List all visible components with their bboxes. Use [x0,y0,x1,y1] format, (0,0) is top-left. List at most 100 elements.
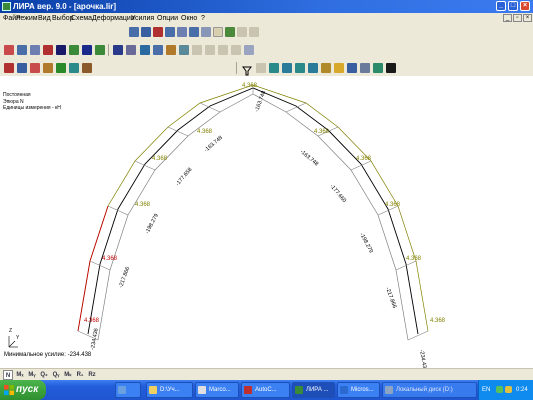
view-table-icon[interactable] [177,27,187,37]
separator [108,44,109,56]
node-icon[interactable] [4,45,14,55]
maximize-button[interactable]: □ [508,1,518,11]
zoom-in-icon[interactable] [269,63,279,73]
lira-app-icon[interactable] [2,2,11,11]
menu-window[interactable]: Окно [181,13,197,24]
disabled-tool-icon [231,45,241,55]
help-pointer-icon[interactable] [386,63,396,73]
zoom-icon[interactable] [295,63,305,73]
element-icon[interactable] [43,45,53,55]
menu-bar: Файл Режим Вид Выбор Схема Деформации Ус… [0,13,533,24]
task-label: Marco... [209,387,231,393]
view-grid-icon[interactable] [165,27,175,37]
word-icon [340,386,348,394]
scheme-icon[interactable] [17,63,27,73]
force-mx-button[interactable]: Mₓ [15,370,25,380]
redo-icon [205,45,215,55]
zoom-icon[interactable] [95,45,105,55]
arch-centerline [87,87,419,335]
menu-mode[interactable]: Режим [16,13,38,24]
task-button-autocad[interactable]: AutoC... [241,382,290,398]
member-icon[interactable] [153,45,163,55]
select-icon[interactable] [126,45,136,55]
min-force-note: Минимальное усилие: -234.438 [4,352,92,358]
doc-close-button[interactable]: × [523,14,532,22]
deform-icon[interactable] [43,63,53,73]
load-icon[interactable] [166,45,176,55]
member-icon[interactable] [140,45,150,55]
frame-icon[interactable] [153,27,163,37]
doc-minimize-button[interactable]: _ [503,14,512,22]
render-icon[interactable] [373,63,383,73]
axial-force-label: -217.866 [384,287,397,309]
menu-help[interactable]: ? [201,13,205,24]
node-icon[interactable] [17,45,27,55]
scheme-icon[interactable] [30,63,40,73]
tray-icon[interactable] [505,386,512,393]
force-qz-button[interactable]: Q₂ [39,370,49,380]
scheme-icon[interactable] [4,63,14,73]
axial-force-label: -234.436 [418,349,428,368]
toolbar-row-2 [0,40,533,60]
constraint-icon[interactable] [179,45,189,55]
model-canvas[interactable]: Постоянная Эпюра N Единицы измерения - к… [0,76,533,368]
tray-icon[interactable] [496,386,503,393]
zoom-out-icon[interactable] [282,63,292,73]
start-button[interactable]: пуск [0,380,46,400]
disabled-tool-icon [218,45,228,55]
force-r1-button[interactable]: R₁ [75,370,85,380]
load-value-label: 4.368 [242,83,258,89]
language-indicator[interactable]: EN [482,380,490,400]
pan-icon[interactable] [321,63,331,73]
minimize-button[interactable]: _ [496,1,506,11]
lira-icon [295,386,303,394]
task-button-microsoft[interactable]: Micros... [337,382,380,398]
title-bar[interactable]: ЛИРА вер. 9.0 - [арочка.lir] _ □ × [0,0,533,13]
toolbar-row-3 [0,60,533,76]
forces-icon[interactable] [82,63,92,73]
filter-icon[interactable] [242,63,252,76]
menu-deform[interactable]: Деформации [92,13,135,24]
task-button-marco[interactable]: Marco... [195,382,239,398]
zoom-in-icon[interactable] [82,45,92,55]
force-mk-button[interactable]: Mₖ [63,370,73,380]
pencil-icon[interactable] [69,45,79,55]
force-my-button[interactable]: Mᵧ [27,370,37,380]
task-button-blank[interactable] [115,382,141,398]
rotate-icon[interactable] [56,45,66,55]
zoom-icon[interactable] [308,63,318,73]
table-icon[interactable] [225,27,235,37]
task-button-folder[interactable]: D:\Уч... [146,382,193,398]
task-label: Локальный диск (D:) [396,387,453,393]
select-icon[interactable] [113,45,123,55]
close-button[interactable]: × [520,1,530,11]
menu-view[interactable]: Вид [38,13,51,24]
task-button-lira[interactable]: ЛИРА ... [292,382,335,398]
force-rz-button[interactable]: Rz [87,370,97,380]
load-value-label: 4.368 [385,202,401,208]
task-button-local-disk[interactable]: Локальный диск (D:) [382,382,477,398]
disabled-tool-icon [244,45,254,55]
diagram-ordinate [167,126,189,137]
table-icon[interactable] [213,27,223,37]
deform-icon[interactable] [56,63,66,73]
diagram-ordinate [107,205,129,216]
render-icon[interactable] [360,63,370,73]
view-grid-icon[interactable] [129,27,139,37]
doc-restore-button[interactable]: ▫ [513,14,522,22]
force-qy-button[interactable]: Qᵧ [51,370,61,380]
menu-forces[interactable]: Усилия [131,13,154,24]
force-n-button[interactable]: N [3,370,13,380]
highlight-icon[interactable] [334,63,344,73]
load-envelope-outer [77,84,429,332]
axial-force-label: -217.866 [118,266,131,288]
document-icon[interactable] [201,27,211,37]
fragment-icon[interactable] [347,63,357,73]
menu-options[interactable]: Опции [157,13,178,24]
menu-scheme[interactable]: Схема [71,13,92,24]
view-grid-icon[interactable] [189,27,199,37]
forces-icon[interactable] [69,63,79,73]
view-table-icon[interactable] [141,27,151,37]
diagram-ordinate [89,260,111,271]
element-icon[interactable] [30,45,40,55]
